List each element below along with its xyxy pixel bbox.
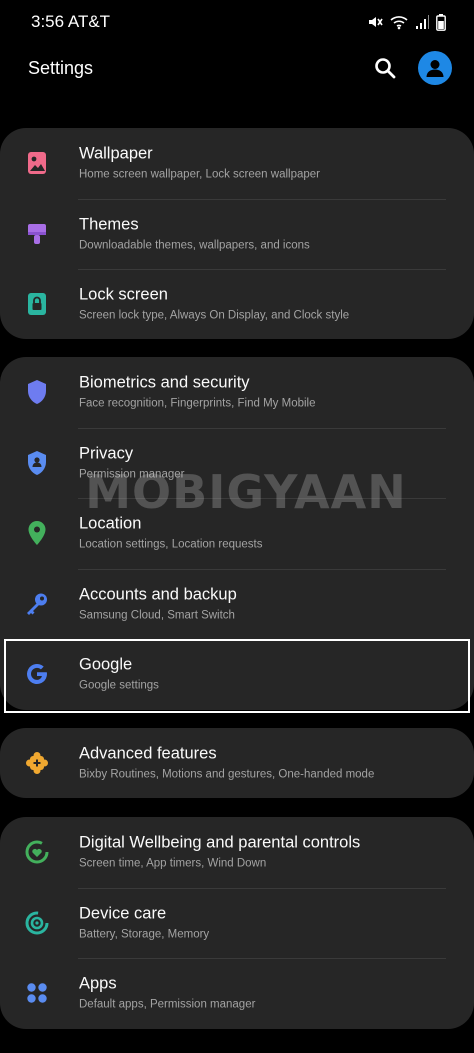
settings-item-accounts-and-backup[interactable]: Accounts and backup Samsung Cloud, Smart… (0, 568, 474, 640)
settings-group-advanced: Advanced features Bixby Routines, Motion… (0, 728, 474, 798)
wifi-icon (390, 14, 408, 30)
settings-item-wallpaper[interactable]: Wallpaper Home screen wallpaper, Lock sc… (0, 128, 474, 199)
item-subtitle: Location settings, Location requests (79, 538, 263, 551)
status-time: 3:56 AT&T (31, 12, 111, 31)
settings-group-display: Wallpaper Home screen wallpaper, Lock sc… (0, 128, 474, 339)
page-title: Settings (28, 57, 94, 78)
item-subtitle: Screen time, App timers, Wind Down (79, 857, 267, 870)
item-title: Accounts and backup (79, 585, 237, 604)
google-icon (22, 659, 52, 689)
item-subtitle: Google settings (79, 679, 159, 692)
item-subtitle: Screen lock type, Always On Display, and… (79, 309, 350, 322)
item-subtitle: Default apps, Permission manager (79, 998, 256, 1011)
item-subtitle: Bixby Routines, Motions and gestures, On… (79, 768, 375, 781)
key-icon (22, 589, 52, 619)
device-care-icon (22, 908, 52, 938)
privacy-shield-icon (22, 448, 52, 478)
settings-item-themes[interactable]: Themes Downloadable themes, wallpapers, … (0, 198, 474, 270)
settings-item-device-care[interactable]: Device care Battery, Storage, Memory (0, 887, 474, 959)
profile-button[interactable] (418, 51, 452, 85)
item-title: Themes (79, 215, 139, 234)
item-title: Google (79, 655, 133, 674)
settings-item-advanced-features[interactable]: Advanced features Bixby Routines, Motion… (0, 728, 474, 798)
shield-icon (22, 377, 52, 407)
search-icon (375, 58, 396, 79)
item-title: Device care (79, 904, 167, 923)
item-title: Biometrics and security (79, 373, 250, 392)
item-subtitle: Face recognition, Fingerprints, Find My … (79, 397, 316, 410)
settings-item-digital-wellbeing[interactable]: Digital Wellbeing and parental controls … (0, 817, 474, 888)
item-title: Lock screen (79, 285, 168, 304)
settings-item-google[interactable]: Google Google settings (0, 639, 474, 710)
settings-item-lock-screen[interactable]: Lock screen Screen lock type, Always On … (0, 269, 474, 339)
item-subtitle: Downloadable themes, wallpapers, and ico… (79, 239, 310, 252)
mute-icon (367, 14, 383, 30)
search-button[interactable] (370, 53, 400, 83)
item-subtitle: Battery, Storage, Memory (79, 928, 210, 941)
item-title: Digital Wellbeing and parental controls (79, 833, 361, 852)
battery-icon (436, 13, 446, 31)
signal-icon (415, 14, 429, 30)
item-subtitle: Home screen wallpaper, Lock screen wallp… (79, 168, 320, 181)
status-icons (367, 13, 446, 31)
status-bar: 3:56 AT&T (0, 0, 474, 44)
item-title: Advanced features (79, 744, 217, 763)
item-title: Location (79, 514, 142, 533)
item-subtitle: Permission manager (79, 468, 185, 481)
settings-item-privacy[interactable]: Privacy Permission manager (0, 427, 474, 499)
wellbeing-icon (22, 837, 52, 867)
puzzle-icon (22, 748, 52, 778)
item-title: Privacy (79, 444, 134, 463)
item-title: Wallpaper (79, 144, 153, 163)
item-title: Apps (79, 974, 117, 993)
header-actions (370, 51, 452, 85)
settings-item-biometrics-and-security[interactable]: Biometrics and security Face recognition… (0, 357, 474, 428)
settings-group-device: Digital Wellbeing and parental controls … (0, 817, 474, 1029)
settings-item-location[interactable]: Location Location settings, Location req… (0, 498, 474, 569)
app-header: Settings (0, 44, 474, 92)
location-pin-icon (22, 518, 52, 548)
settings-group-security: Biometrics and security Face recognition… (0, 357, 474, 710)
themes-icon (22, 219, 52, 249)
apps-icon (22, 978, 52, 1008)
person-icon (426, 60, 444, 77)
item-subtitle: Samsung Cloud, Smart Switch (79, 609, 235, 622)
wallpaper-icon (22, 148, 52, 178)
lock-icon (22, 289, 52, 319)
settings-item-apps[interactable]: Apps Default apps, Permission manager (0, 958, 474, 1029)
